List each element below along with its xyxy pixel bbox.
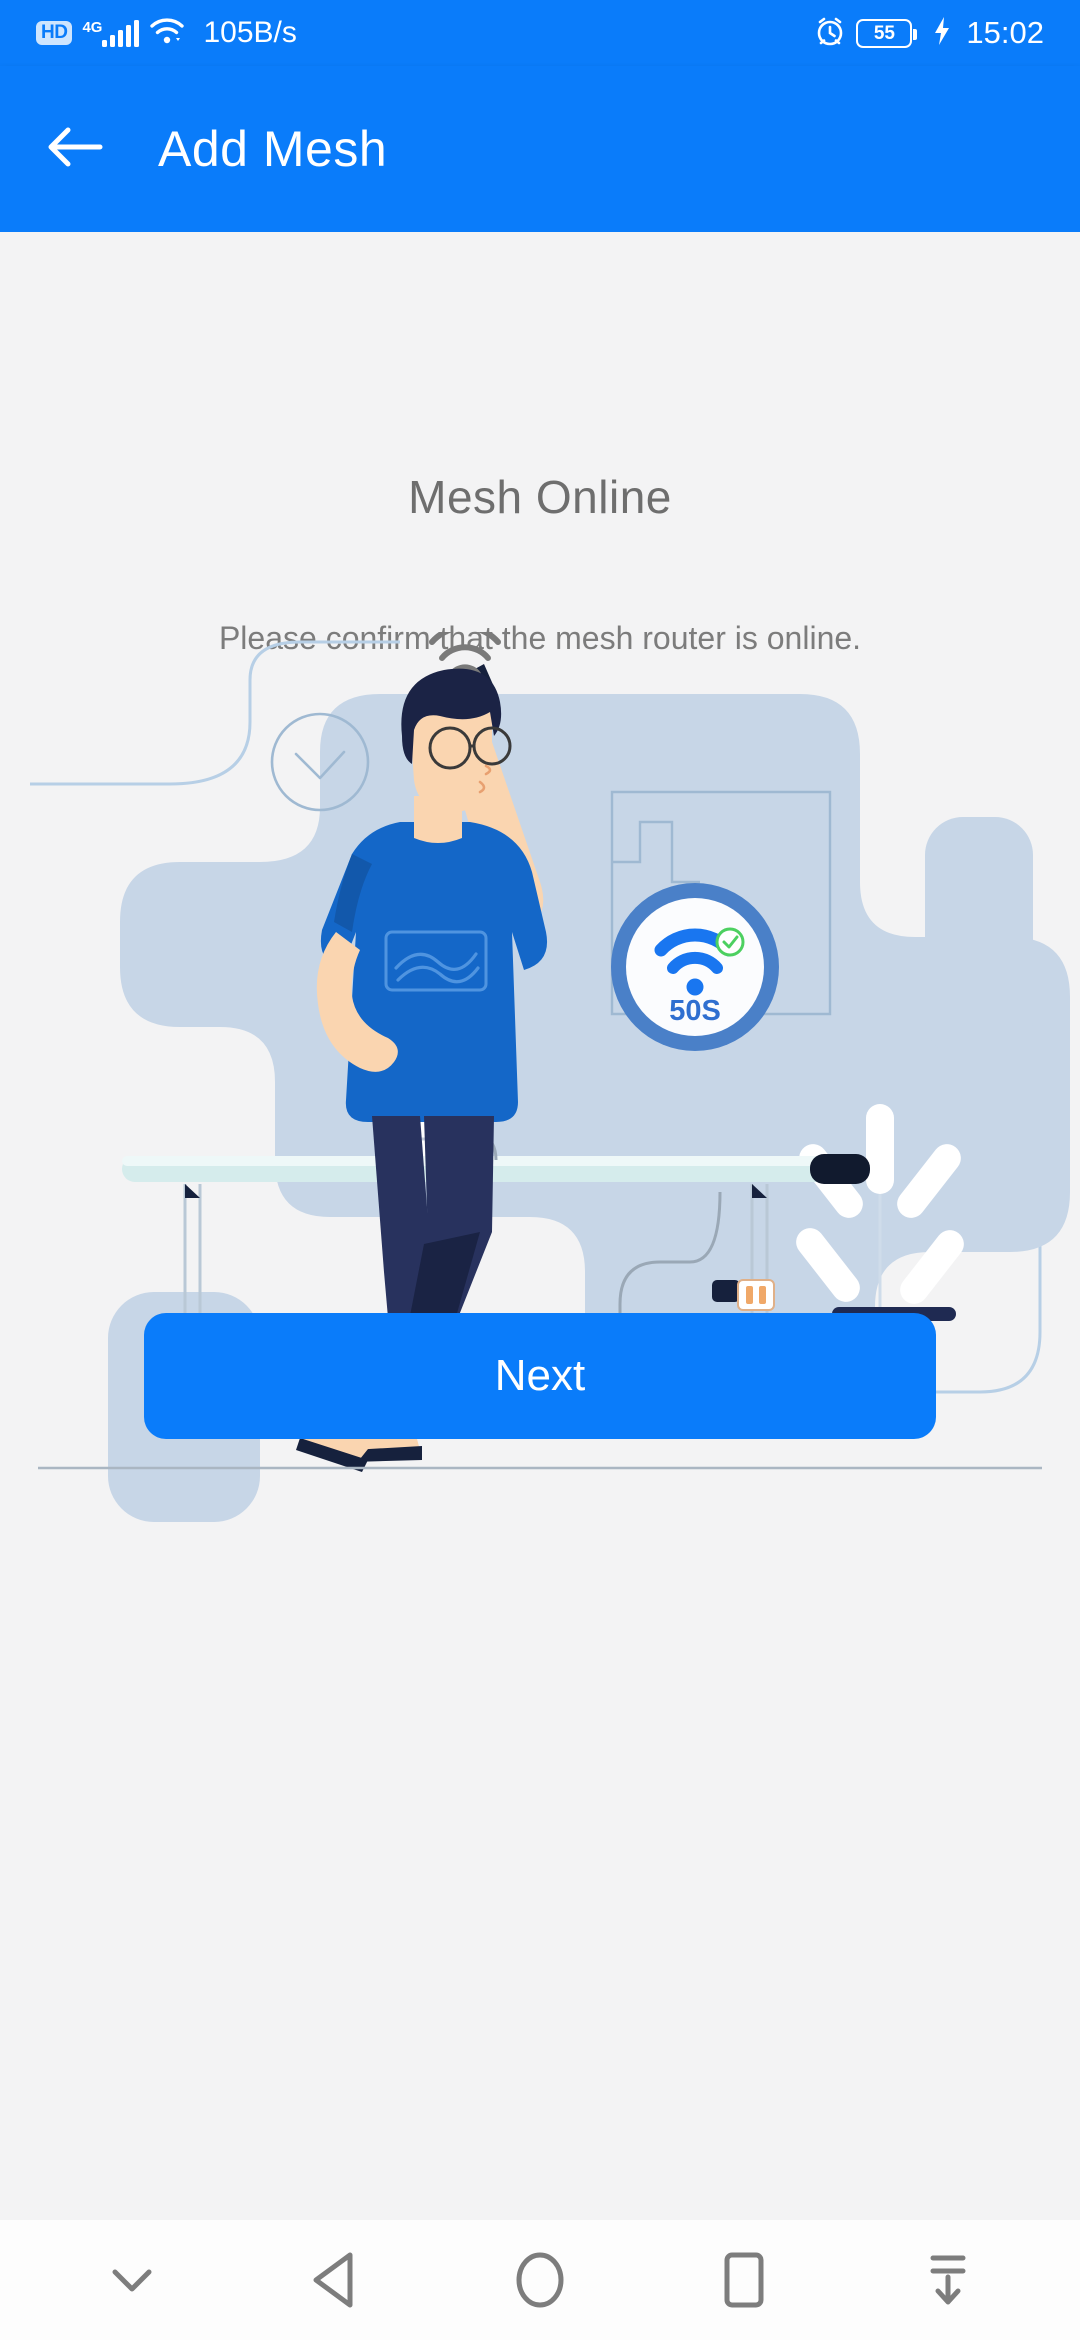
back-button[interactable] xyxy=(20,94,130,204)
network-speed: 105B/s xyxy=(203,16,297,49)
back-arrow-icon xyxy=(46,124,104,175)
page-content: Mesh Online Please confirm that the mesh… xyxy=(0,232,1080,2220)
nav-back-icon[interactable] xyxy=(276,2230,396,2330)
battery-level: 55 xyxy=(873,22,895,44)
nav-download-icon[interactable] xyxy=(888,2230,1008,2330)
hd-icon: HD xyxy=(36,21,73,45)
charging-bolt-icon xyxy=(932,16,952,51)
page-title: Add Mesh xyxy=(158,121,388,177)
wifi-badge-label: 50S xyxy=(669,995,721,1027)
section-title: Mesh Online xyxy=(408,471,672,523)
alarm-clock-icon xyxy=(814,15,846,52)
system-navigation-bar xyxy=(0,2220,1080,2340)
signal-bars-icon: 4G xyxy=(82,19,140,47)
next-button[interactable]: Next xyxy=(144,1313,936,1439)
battery-icon: 55 xyxy=(856,18,918,48)
status-bar-left: HD 4G 105B/s xyxy=(36,16,297,51)
collapse-chevron-down-icon[interactable] xyxy=(72,2230,192,2330)
app-bar: Add Mesh xyxy=(0,66,1080,232)
nav-home-icon[interactable] xyxy=(480,2230,600,2330)
clock-time: 15:02 xyxy=(966,15,1044,50)
nav-recents-icon[interactable] xyxy=(684,2230,804,2330)
signal-bars-glyph xyxy=(102,19,140,47)
status-bar: HD 4G 105B/s 55 15:02 xyxy=(0,0,1080,66)
status-bar-right: 55 15:02 xyxy=(814,15,1044,52)
wifi-icon xyxy=(149,16,185,51)
